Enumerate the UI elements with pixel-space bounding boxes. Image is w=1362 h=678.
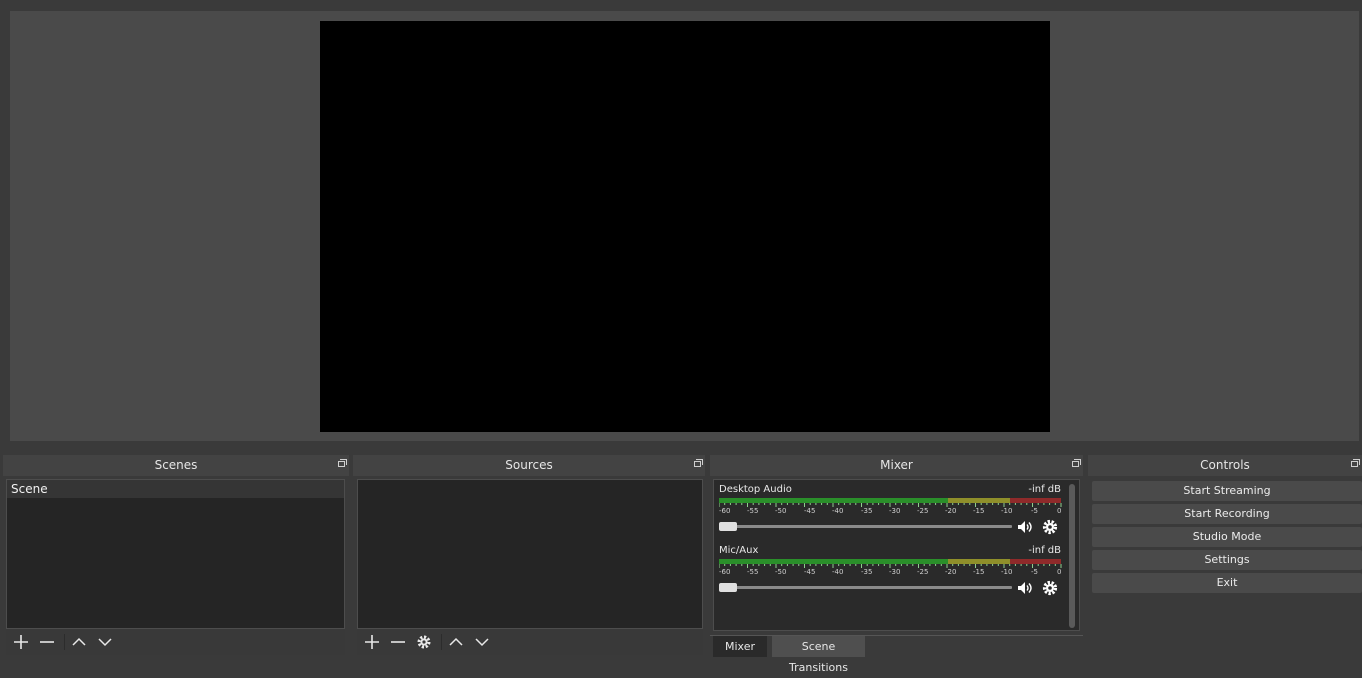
chevron-down-icon[interactable] <box>94 629 116 655</box>
sources-title-text: Sources <box>505 458 553 472</box>
channel-name: Mic/Aux <box>719 545 759 556</box>
controls-dock-title: Controls <box>1088 455 1362 476</box>
mixer-scrollbar[interactable] <box>1069 484 1075 628</box>
scenes-title-text: Scenes <box>154 458 198 472</box>
scenes-toolbar <box>6 629 345 655</box>
toolbar-separator <box>441 634 442 650</box>
scale-label: -35 <box>861 568 873 576</box>
scale-label: -55 <box>747 568 759 576</box>
scale-label: -35 <box>861 507 873 515</box>
chevron-up-icon[interactable] <box>68 629 90 655</box>
scale-label: -60 <box>719 507 731 515</box>
scale-label: -50 <box>775 568 787 576</box>
float-dock-icon[interactable] <box>1351 459 1360 467</box>
mixer-dock-title: Mixer <box>710 455 1083 476</box>
scale-label: -20 <box>945 568 957 576</box>
sources-dock-title: Sources <box>353 455 705 476</box>
sources-toolbar <box>357 629 703 655</box>
minus-icon[interactable] <box>36 629 58 655</box>
scale-label: -5 <box>1031 507 1038 515</box>
mixer-title-text: Mixer <box>880 458 913 472</box>
volume-slider-thumb[interactable] <box>719 522 737 531</box>
sources-list[interactable] <box>357 479 703 629</box>
scenes-dock-title: Scenes <box>3 455 349 476</box>
chevron-down-icon[interactable] <box>471 629 493 655</box>
speaker-icon[interactable] <box>1016 518 1034 536</box>
scale-label: -25 <box>917 568 929 576</box>
gear-icon[interactable] <box>413 629 435 655</box>
channel-level: -inf dB <box>1028 545 1061 556</box>
scale-label: -45 <box>804 507 816 515</box>
volume-slider[interactable] <box>719 586 1012 589</box>
scale-label: -30 <box>889 507 901 515</box>
scale-label: -60 <box>719 568 731 576</box>
scale-label: -30 <box>889 568 901 576</box>
chevron-up-icon[interactable] <box>445 629 467 655</box>
toolbar-separator <box>64 634 65 650</box>
preview-canvas[interactable] <box>320 21 1050 432</box>
start-recording-button[interactable]: Start Recording <box>1092 504 1362 524</box>
volume-slider-thumb[interactable] <box>719 583 737 592</box>
scale-label: 0 <box>1057 568 1062 576</box>
scale-label: -25 <box>917 507 929 515</box>
tab-mixer[interactable]: Mixer <box>713 636 767 657</box>
scale-label: -10 <box>1001 507 1013 515</box>
channel-name: Desktop Audio <box>719 484 792 495</box>
scale-label: -5 <box>1031 568 1038 576</box>
plus-icon[interactable] <box>10 629 32 655</box>
float-dock-icon[interactable] <box>694 459 703 467</box>
minus-icon[interactable] <box>387 629 409 655</box>
volume-slider[interactable] <box>719 525 1012 528</box>
scale-label: -40 <box>832 507 844 515</box>
scenes-list[interactable]: Scene <box>6 479 345 629</box>
gear-icon[interactable] <box>1041 518 1059 536</box>
speaker-icon[interactable] <box>1016 579 1034 597</box>
float-dock-icon[interactable] <box>338 459 347 467</box>
scale-label: -20 <box>945 507 957 515</box>
scene-list-item[interactable]: Scene <box>7 480 344 498</box>
float-dock-icon[interactable] <box>1072 459 1081 467</box>
scale-label: -55 <box>747 507 759 515</box>
controls-title-text: Controls <box>1200 458 1250 472</box>
settings-button[interactable]: Settings <box>1092 550 1362 570</box>
tab-scene-transitions[interactable]: Scene Transitions <box>772 636 865 674</box>
studio-mode-button[interactable]: Studio Mode <box>1092 527 1362 547</box>
start-streaming-button[interactable]: Start Streaming <box>1092 481 1362 501</box>
channel-level: -inf dB <box>1028 484 1061 495</box>
scale-label: -15 <box>973 507 985 515</box>
scale-label: -10 <box>1001 568 1013 576</box>
scale-label: 0 <box>1057 507 1062 515</box>
gear-icon[interactable] <box>1041 579 1059 597</box>
scale-label: -45 <box>804 568 816 576</box>
plus-icon[interactable] <box>361 629 383 655</box>
scale-label: -15 <box>973 568 985 576</box>
exit-button[interactable]: Exit <box>1092 573 1362 593</box>
scale-label: -40 <box>832 568 844 576</box>
scale-label: -50 <box>775 507 787 515</box>
